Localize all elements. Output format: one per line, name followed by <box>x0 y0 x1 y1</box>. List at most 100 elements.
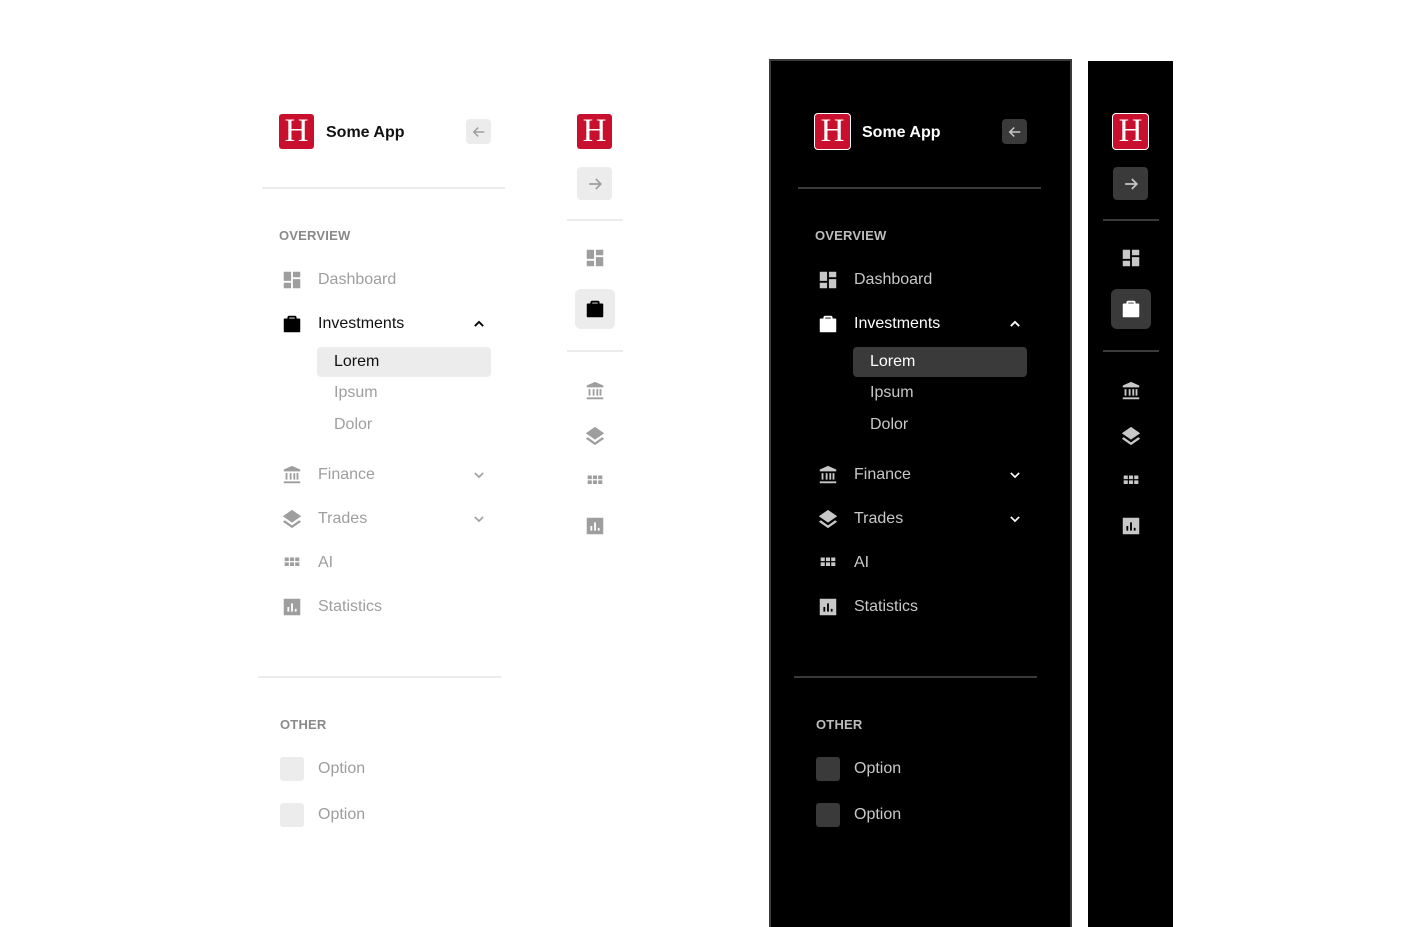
nav-label-investments: Investments <box>318 315 405 332</box>
nav-label-ai: AI <box>854 554 870 571</box>
subnav-item-ipsum[interactable]: Ipsum <box>317 378 491 408</box>
bar-chart-icon <box>816 595 840 619</box>
grid-icon <box>816 551 840 575</box>
nav-item-trades[interactable]: Trades <box>280 507 491 531</box>
arrow-right-icon <box>585 174 605 194</box>
nav-item-finance[interactable]: Finance <box>280 463 491 487</box>
nav-label-trades: Trades <box>854 510 904 527</box>
nav-label-statistics: Statistics <box>318 598 383 615</box>
collapse-sidebar-button[interactable] <box>1002 119 1027 144</box>
nav-item-statistics[interactable]: Statistics <box>816 595 1027 619</box>
chevron-down-icon[interactable] <box>467 463 491 487</box>
rail-item-investments[interactable] <box>1111 289 1151 329</box>
nav-label-statistics: Statistics <box>854 598 919 615</box>
nav-label-ai: AI <box>318 554 334 571</box>
layers-icon[interactable] <box>1119 424 1143 448</box>
collapse-sidebar-button[interactable] <box>466 119 491 144</box>
brand-logo[interactable]: H <box>815 114 850 149</box>
header-divider <box>262 187 505 189</box>
bank-icon <box>280 463 304 487</box>
app-title: Some App <box>326 124 405 141</box>
briefcase-icon <box>584 298 606 320</box>
subnav-item-dolor[interactable]: Dolor <box>317 410 491 440</box>
expand-sidebar-button[interactable] <box>577 167 612 200</box>
rail-divider <box>1103 350 1159 352</box>
other-option-1[interactable]: Option <box>280 757 491 781</box>
nav-item-investments[interactable]: Investments <box>280 312 491 336</box>
nav-label-finance: Finance <box>854 466 911 483</box>
dashboard-icon <box>816 268 840 292</box>
other-section-label: OTHER <box>280 717 327 732</box>
other-section-label: OTHER <box>816 717 863 732</box>
nav-item-ai[interactable]: AI <box>816 551 1027 575</box>
nav-item-ai[interactable]: AI <box>280 551 491 575</box>
briefcase-icon <box>816 312 840 336</box>
header-divider <box>1103 219 1159 221</box>
rail-item-investments[interactable] <box>575 289 615 329</box>
nav-item-dashboard[interactable]: Dashboard <box>280 268 491 292</box>
app-title: Some App <box>862 124 941 141</box>
nav-label-trades: Trades <box>318 510 368 527</box>
dashboard-icon <box>280 268 304 292</box>
option-placeholder-icon <box>280 757 304 781</box>
option-label: Option <box>318 760 366 777</box>
arrow-left-icon <box>470 123 488 141</box>
layers-icon[interactable] <box>583 424 607 448</box>
other-option-1[interactable]: Option <box>816 757 1027 781</box>
nav-item-dashboard[interactable]: Dashboard <box>816 268 1027 292</box>
header-divider <box>567 219 623 221</box>
option-label: Option <box>854 760 902 777</box>
chevron-down-icon[interactable] <box>1003 507 1027 531</box>
briefcase-icon <box>280 312 304 336</box>
overview-section-label: OVERVIEW <box>279 228 351 243</box>
bank-icon <box>816 463 840 487</box>
option-placeholder-icon <box>816 803 840 827</box>
grid-icon <box>280 551 304 575</box>
arrow-left-icon <box>1006 123 1024 141</box>
chevron-down-icon[interactable] <box>467 507 491 531</box>
option-label: Option <box>854 806 902 823</box>
other-option-2[interactable]: Option <box>816 803 1027 827</box>
brand-logo[interactable]: H <box>577 114 612 149</box>
chevron-down-icon[interactable] <box>1003 463 1027 487</box>
bar-chart-icon <box>280 595 304 619</box>
subnav-item-dolor[interactable]: Dolor <box>853 410 1027 440</box>
chevron-up-icon[interactable] <box>467 312 491 336</box>
nav-label-investments: Investments <box>854 315 941 332</box>
arrow-right-icon <box>1121 174 1141 194</box>
bank-icon[interactable] <box>1119 379 1143 403</box>
nav-label-finance: Finance <box>318 466 375 483</box>
brand-logo[interactable]: H <box>1113 114 1148 149</box>
nav-item-statistics[interactable]: Statistics <box>280 595 491 619</box>
subnav-item-lorem[interactable]: Lorem <box>853 347 1027 377</box>
other-divider <box>258 676 501 678</box>
header-divider <box>798 187 1041 189</box>
subnav-item-lorem[interactable]: Lorem <box>317 347 491 377</box>
layers-icon <box>816 507 840 531</box>
nav-item-investments[interactable]: Investments <box>816 312 1027 336</box>
other-divider <box>794 676 1037 678</box>
option-placeholder-icon <box>280 803 304 827</box>
overview-section-label: OVERVIEW <box>815 228 887 243</box>
bank-icon[interactable] <box>583 379 607 403</box>
chevron-up-icon[interactable] <box>1003 312 1027 336</box>
option-placeholder-icon <box>816 757 840 781</box>
layers-icon <box>280 507 304 531</box>
dark-sidebar-panel <box>769 59 1072 927</box>
rail-divider <box>567 350 623 352</box>
brand-logo[interactable]: H <box>279 114 314 149</box>
briefcase-icon <box>1120 298 1142 320</box>
dashboard-icon[interactable] <box>1119 246 1143 270</box>
subnav-item-ipsum[interactable]: Ipsum <box>853 378 1027 408</box>
nav-label-dashboard: Dashboard <box>854 271 933 288</box>
bar-chart-icon[interactable] <box>1119 514 1143 538</box>
nav-label-dashboard: Dashboard <box>318 271 397 288</box>
nav-item-finance[interactable]: Finance <box>816 463 1027 487</box>
grid-icon[interactable] <box>583 469 607 493</box>
expand-sidebar-button[interactable] <box>1113 167 1148 200</box>
nav-item-trades[interactable]: Trades <box>816 507 1027 531</box>
bar-chart-icon[interactable] <box>583 514 607 538</box>
dashboard-icon[interactable] <box>583 246 607 270</box>
other-option-2[interactable]: Option <box>280 803 491 827</box>
grid-icon[interactable] <box>1119 469 1143 493</box>
